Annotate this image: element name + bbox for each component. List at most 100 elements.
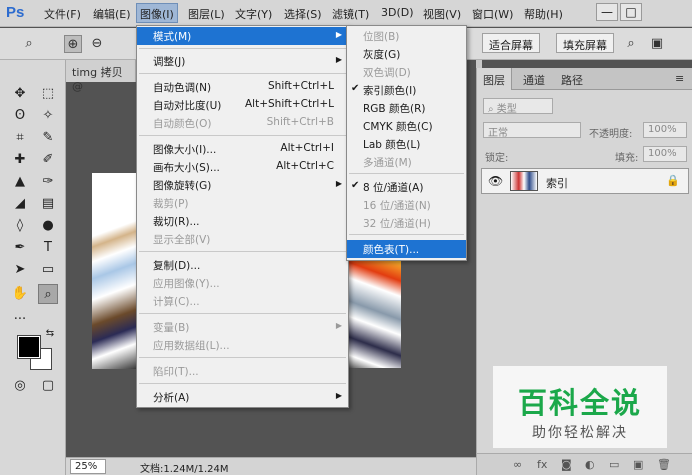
fill-screen-button[interactable]: 填充屏幕 (556, 33, 614, 53)
adjustment-layer-icon[interactable]: ◐ (585, 458, 595, 471)
tab-layers[interactable]: 图层 (477, 68, 512, 90)
submenu-item-cmyk-color[interactable]: CMYK 颜色(C) (347, 117, 466, 135)
magic-wand-icon[interactable]: ✧ (38, 106, 58, 126)
quick-mask-icon[interactable]: ◎ (10, 376, 30, 396)
blur-tool-icon[interactable]: ◊ (10, 216, 30, 236)
menu-item-analysis[interactable]: 分析(A) ▶ (137, 388, 348, 406)
gradient-tool-icon[interactable]: ▤ (38, 194, 58, 214)
screen-mode-icon[interactable]: ▢ (38, 376, 58, 396)
submenu-item-16-bit[interactable]: 16 位/通道(N) (347, 196, 466, 214)
menu-edit[interactable]: 编辑(E) (93, 6, 131, 22)
path-select-icon[interactable]: ➤ (10, 260, 30, 280)
minimize-button[interactable]: — (596, 3, 618, 21)
menu-filter[interactable]: 滤镜(T) (332, 6, 369, 22)
search-icon[interactable]: ⌕ (622, 35, 640, 53)
canvas-image[interactable] (92, 173, 136, 369)
canvas-image-visible-part[interactable] (349, 258, 401, 368)
mask-icon[interactable]: ◙ (561, 458, 572, 471)
foreground-color-swatch[interactable] (17, 335, 41, 359)
menu-item-trim[interactable]: 裁切(R)... (137, 212, 348, 230)
layer-kind-filter[interactable]: ⌕ 类型 (483, 98, 553, 115)
submenu-item-8-bit[interactable]: ✔ 8 位/通道(A) (347, 178, 466, 196)
history-brush-icon[interactable]: ✑ (38, 172, 58, 192)
fx-icon[interactable]: fx (537, 458, 547, 471)
menu-file[interactable]: 文件(F) (44, 6, 81, 22)
workspace-icon[interactable]: ▣ (648, 35, 666, 53)
visibility-eye-icon[interactable]: 👁 (488, 174, 503, 188)
swap-colors-icon[interactable]: ⇆ (40, 324, 60, 344)
tab-channels[interactable]: 通道 (523, 72, 545, 88)
trash-icon[interactable]: 🗑 (657, 458, 671, 471)
menu-item-trap[interactable]: 陷印(T)... (137, 362, 348, 380)
submenu-arrow-icon: ▶ (335, 30, 342, 39)
more-tools-icon[interactable]: ··· (10, 310, 30, 330)
maximize-button[interactable]: □ (620, 3, 642, 21)
document-tab[interactable]: timg 拷贝 @ (66, 60, 136, 93)
menu-select[interactable]: 选择(S) (284, 6, 322, 22)
fit-screen-button[interactable]: 适合屏幕 (482, 33, 540, 53)
zoom-tool-icon[interactable]: ⌕ (38, 284, 58, 304)
menu-window[interactable]: 窗口(W) (472, 6, 513, 22)
menu-item-apply-data-set[interactable]: 应用数据组(L)... (137, 336, 348, 354)
menu-image[interactable]: 图像(I) (136, 3, 178, 23)
eraser-tool-icon[interactable]: ◢ (10, 194, 30, 214)
hand-tool-icon[interactable]: ✋ (10, 284, 30, 304)
zoom-tool-icon[interactable]: ⌕ (20, 35, 38, 53)
zoom-in-icon[interactable]: ⊕ (64, 35, 82, 53)
menu-item-variables[interactable]: 变量(B) ▶ (137, 318, 348, 336)
submenu-item-bitmap[interactable]: 位图(B) (347, 27, 466, 45)
menu-view[interactable]: 视图(V) (423, 6, 461, 22)
layer-row[interactable]: 👁 索引 🔒 (481, 168, 689, 194)
menu-item-canvas-size[interactable]: 画布大小(S)... Alt+Ctrl+C (137, 158, 348, 176)
menu-item-image-size[interactable]: 图像大小(I)... Alt+Ctrl+I (137, 140, 348, 158)
zoom-level-field[interactable]: 25% (70, 459, 106, 474)
blend-mode-select[interactable]: 正常 (483, 122, 581, 139)
crop-tool-icon[interactable]: ⌗ (10, 128, 30, 148)
menu-item-image-rotation[interactable]: 图像旋转(G) ▶ (137, 176, 348, 194)
menu-item-mode[interactable]: 模式(M) ▶ (137, 27, 348, 45)
lasso-tool-icon[interactable]: ʘ (10, 106, 30, 126)
fill-label: 填充: (615, 153, 639, 164)
dodge-tool-icon[interactable]: ● (38, 216, 58, 236)
submenu-item-rgb-color[interactable]: RGB 颜色(R) (347, 99, 466, 117)
submenu-item-color-table[interactable]: 颜色表(T)... (347, 240, 466, 258)
shape-tool-icon[interactable]: ▭ (38, 260, 58, 280)
menu-item-reveal-all[interactable]: 显示全部(V) (137, 230, 348, 248)
marquee-tool-icon[interactable]: ⬚ (38, 84, 58, 104)
menu-item-crop[interactable]: 裁剪(P) (137, 194, 348, 212)
layer-name[interactable]: 索引 (546, 175, 568, 191)
menu-item-adjustments[interactable]: 调整(J) ▶ (137, 52, 348, 70)
link-layers-icon[interactable]: ∞ (513, 458, 522, 471)
eyedropper-icon[interactable]: ✎ (38, 128, 58, 148)
type-tool-icon[interactable]: T (38, 238, 58, 258)
menu-3d[interactable]: 3D(D) (381, 6, 414, 19)
menu-item-duplicate[interactable]: 复制(D)... (137, 256, 348, 274)
panel-menu-icon[interactable]: ≡ (675, 72, 684, 85)
stamp-tool-icon[interactable]: ▲ (10, 172, 30, 192)
submenu-item-lab-color[interactable]: Lab 颜色(L) (347, 135, 466, 153)
submenu-item-32-bit[interactable]: 32 位/通道(H) (347, 214, 466, 232)
zoom-out-icon[interactable]: ⊖ (88, 35, 106, 53)
new-layer-icon[interactable]: ▣ (633, 458, 643, 471)
tab-paths[interactable]: 路径 (561, 72, 583, 88)
pen-tool-icon[interactable]: ✒ (10, 238, 30, 258)
menu-item-auto-tone[interactable]: 自动色调(N) Shift+Ctrl+L (137, 78, 348, 96)
menu-item-auto-contrast[interactable]: 自动对比度(U) Alt+Shift+Ctrl+L (137, 96, 348, 114)
menu-item-calculations[interactable]: 计算(C)... (137, 292, 348, 310)
menu-type[interactable]: 文字(Y) (235, 6, 272, 22)
submenu-item-duotone[interactable]: 双色调(D) (347, 63, 466, 81)
menu-item-auto-color[interactable]: 自动颜色(O) Shift+Ctrl+B (137, 114, 348, 132)
submenu-item-indexed-color[interactable]: ✔ 索引颜色(I) (347, 81, 466, 99)
group-folder-icon[interactable]: ▭ (609, 458, 619, 471)
document-info[interactable]: 文档:1.24M/1.24M (140, 460, 229, 475)
menu-help[interactable]: 帮助(H) (524, 6, 563, 22)
submenu-item-grayscale[interactable]: 灰度(G) (347, 45, 466, 63)
menu-layer[interactable]: 图层(L) (188, 6, 225, 22)
brush-tool-icon[interactable]: ✐ (38, 150, 58, 170)
menu-item-apply-image[interactable]: 应用图像(Y)... (137, 274, 348, 292)
healing-brush-icon[interactable]: ✚ (10, 150, 30, 170)
opacity-input[interactable]: 100% (643, 122, 687, 138)
move-tool-icon[interactable]: ✥ (10, 84, 30, 104)
fill-input[interactable]: 100% (643, 146, 687, 162)
submenu-item-multichannel[interactable]: 多通道(M) (347, 153, 466, 171)
